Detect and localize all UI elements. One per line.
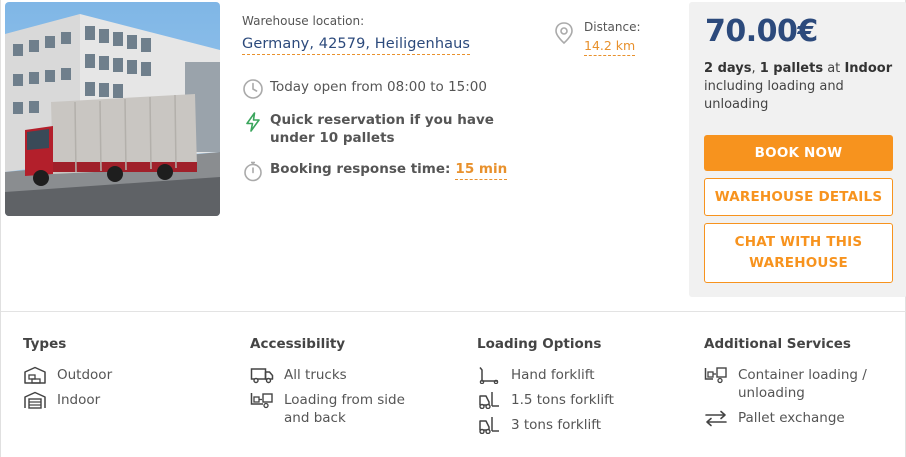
pricing-panel: 70.00€ 2 days, 1 pallets at Indoor inclu…: [689, 2, 906, 297]
feature-label: Container loading / unloading: [738, 367, 867, 401]
response-time-row: Booking response time: 15 min: [242, 160, 508, 182]
feature-item: 1.5 tons forklift: [477, 391, 677, 409]
chat-with-warehouse-button[interactable]: CHAT WITH THIS WAREHOUSE: [704, 223, 893, 283]
quick-reservation-text: Quick reservation if you have under 10 p…: [270, 112, 494, 146]
forklift-icon: [479, 392, 499, 409]
feature-label: Loading from side and back: [284, 392, 405, 426]
summary-days: 2 days: [704, 61, 752, 76]
clock-icon: [243, 79, 263, 99]
feature-item: Loading from side and back: [250, 391, 450, 427]
feature-label: Outdoor: [57, 367, 113, 383]
book-now-button[interactable]: BOOK NOW: [704, 135, 893, 171]
warehouse-details-button[interactable]: WAREHOUSE DETAILS: [704, 178, 893, 216]
indoor-warehouse-icon: [24, 391, 46, 409]
forklift-icon: [479, 417, 499, 434]
map-pin-icon: [555, 22, 573, 45]
warehouse-photo[interactable]: [5, 2, 220, 216]
quick-reservation-row: Quick reservation if you have under 10 p…: [242, 111, 542, 147]
feature-item: Indoor: [23, 391, 223, 409]
booking-summary: 2 days, 1 pallets at Indoor including lo…: [704, 61, 893, 112]
additional-services-section: Additional Services Container loading / …: [704, 336, 894, 434]
section-divider: [1, 311, 906, 312]
types-title: Types: [23, 336, 67, 352]
feature-item: 3 tons forklift: [477, 416, 677, 434]
accessibility-section: Accessibility All trucks Loading from si…: [250, 336, 450, 434]
hand-forklift-icon: [479, 367, 499, 384]
loading-options-title: Loading Options: [477, 336, 602, 352]
feature-item: Outdoor: [23, 366, 223, 384]
distance-value[interactable]: 14.2 km: [584, 38, 636, 56]
location-value[interactable]: Germany, 42579, Heiligenhaus: [242, 36, 471, 55]
opening-hours-text: Today open from 08:00 to 15:00: [270, 79, 487, 95]
accessibility-title: Accessibility: [250, 336, 346, 352]
summary-at: at: [827, 61, 841, 76]
feature-item: Container loading / unloading: [704, 366, 894, 402]
response-time-value[interactable]: 15 min: [455, 161, 508, 180]
distance-label: Distance:: [584, 20, 641, 34]
feature-label: Indoor: [57, 392, 101, 408]
container-loading-icon: [704, 367, 727, 384]
feature-label: Hand forklift: [511, 367, 595, 383]
stopwatch-icon: [244, 161, 262, 182]
feature-item: Hand forklift: [477, 366, 677, 384]
location-label: Warehouse location:: [242, 14, 365, 28]
summary-extra: including loading and unloading: [704, 79, 844, 112]
truck-icon: [250, 368, 274, 384]
loading-options-section: Loading Options Hand forklift 1.5 tons f…: [477, 336, 677, 441]
exchange-arrows-icon: [705, 410, 727, 427]
lightning-icon: [246, 112, 260, 132]
feature-label: Pallet exchange: [738, 410, 845, 426]
loading-icon: [250, 393, 273, 409]
warehouse-card: Warehouse location: Germany, 42579, Heil…: [0, 0, 906, 457]
summary-storage-type: Indoor: [844, 61, 893, 76]
summary-pallets: 1 pallets: [759, 61, 824, 76]
warehouse-photo-image: [5, 2, 220, 216]
feature-item: All trucks: [250, 366, 450, 384]
types-section: Types Outdoor Indoor: [23, 336, 223, 416]
outdoor-warehouse-icon: [24, 366, 46, 384]
feature-label: 1.5 tons forklift: [511, 392, 614, 408]
feature-label: All trucks: [284, 367, 347, 383]
additional-services-title: Additional Services: [704, 336, 851, 352]
opening-hours-row: Today open from 08:00 to 15:00: [242, 78, 487, 100]
feature-label: 3 tons forklift: [511, 417, 602, 433]
price: 70.00€: [705, 14, 818, 49]
response-time-label: Booking response time:: [270, 161, 451, 177]
feature-item: Pallet exchange: [704, 409, 894, 427]
